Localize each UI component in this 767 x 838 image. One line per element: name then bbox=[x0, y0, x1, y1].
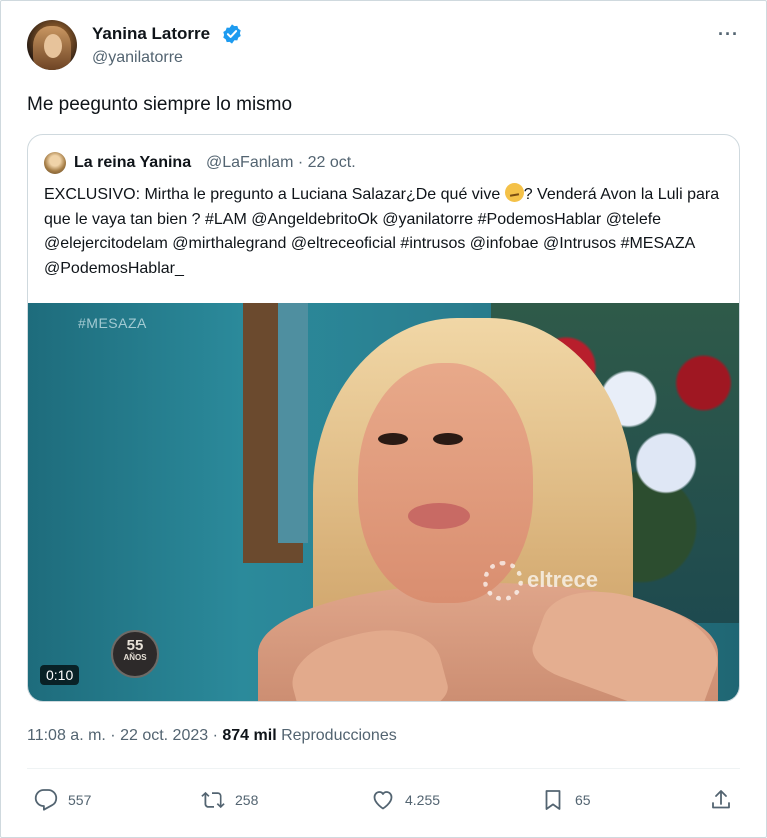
share-icon bbox=[712, 790, 730, 809]
anniversary-number: 55 bbox=[126, 637, 144, 654]
author-name[interactable]: Yanina Latorre bbox=[92, 24, 210, 44]
quoted-text-part1: EXCLUSIVO: Mirtha le pregunto a Luciana … bbox=[44, 186, 505, 203]
anniversary-badge: 55 AÑOS bbox=[111, 630, 159, 678]
channel-logo-text: eltrece bbox=[527, 566, 598, 592]
retweet-button[interactable]: 258 bbox=[201, 787, 258, 813]
bookmark-icon bbox=[545, 790, 561, 810]
verified-badge-icon bbox=[223, 24, 241, 44]
quoted-author-handle-date: @LaFanlam · 22 oct. bbox=[206, 154, 356, 171]
reply-icon bbox=[34, 789, 58, 811]
views-count: 874 mil bbox=[222, 727, 277, 744]
bookmark-button[interactable]: 65 bbox=[541, 787, 591, 813]
video-person-lips bbox=[408, 503, 470, 529]
more-options-button[interactable]: ··· bbox=[718, 24, 739, 45]
quoted-author-avatar[interactable] bbox=[44, 152, 66, 174]
author-handle[interactable]: @yanilatorre bbox=[92, 49, 183, 67]
divider bbox=[27, 768, 740, 769]
tweet-timestamp[interactable]: 11:08 a. m. · 22 oct. 2023 · bbox=[27, 727, 222, 744]
video-duration: 0:10 bbox=[40, 665, 80, 685]
heart-icon bbox=[373, 791, 393, 810]
avatar-face bbox=[44, 34, 62, 58]
views-label: Reproducciones bbox=[276, 727, 397, 744]
like-count: 4.255 bbox=[405, 792, 441, 808]
anniversary-text: AÑOS bbox=[123, 653, 147, 662]
like-button[interactable]: 4.255 bbox=[371, 787, 440, 813]
video-person-eye-left bbox=[378, 433, 408, 445]
share-button[interactable] bbox=[709, 787, 743, 813]
reply-count: 557 bbox=[68, 792, 92, 808]
channel-logo: eltrece bbox=[483, 561, 598, 601]
video-player[interactable]: #MESAZA eltrece 55 AÑOS 0:10 bbox=[28, 303, 739, 701]
video-overlay-hashtag: #MESAZA bbox=[78, 315, 147, 331]
author-avatar[interactable] bbox=[27, 20, 77, 70]
reply-button[interactable]: 557 bbox=[34, 787, 91, 813]
channel-logo-icon bbox=[483, 561, 523, 601]
quoted-tweet-text: EXCLUSIVO: Mirtha le pregunto a Luciana … bbox=[44, 183, 734, 281]
quoted-tweet-card[interactable]: La reina Yanina @LaFanlam · 22 oct. EXCL… bbox=[27, 134, 740, 702]
bookmark-count: 65 bbox=[575, 792, 591, 808]
video-person-eye-right bbox=[433, 433, 463, 445]
tweet-meta: 11:08 a. m. · 22 oct. 2023 · 874 mil Rep… bbox=[27, 727, 397, 745]
tweet-text: Me peegunto siempre lo mismo bbox=[27, 94, 293, 115]
quoted-author-name[interactable]: La reina Yanina bbox=[74, 154, 191, 172]
retweet-icon bbox=[201, 791, 225, 809]
video-frame-panel-inner bbox=[278, 303, 308, 543]
thinking-face-emoji bbox=[504, 183, 524, 202]
retweet-count: 258 bbox=[235, 792, 259, 808]
